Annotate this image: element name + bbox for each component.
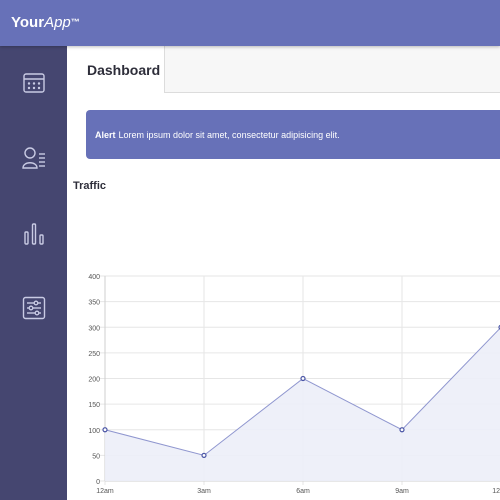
y-tick-label: 350 — [88, 300, 100, 307]
x-tick-label: 9am — [395, 488, 409, 495]
traffic-chart: 0 50 100 150 200 250 300 350 400 12am 3am 6am 9am 12p… — [88, 274, 500, 495]
x-tick-label: 6am — [296, 488, 310, 495]
y-tick-label: 150 — [88, 402, 100, 409]
x-tick-label: 12am — [96, 488, 114, 495]
data-point — [399, 427, 405, 433]
brand-trademark: ™ — [70, 17, 80, 27]
data-point — [102, 427, 108, 433]
data-point — [300, 375, 306, 382]
brand-name-bold: Your — [11, 14, 45, 31]
brand-name-italic: App — [44, 14, 71, 31]
app-logo[interactable]: YourApp™ — [11, 13, 80, 33]
x-tick-label: 12pm — [492, 488, 500, 495]
y-tick-label: 50 — [92, 453, 100, 460]
y-tick-label: 300 — [88, 325, 100, 332]
y-tick-label: 250 — [88, 351, 100, 358]
top-bar: YourApp™ — [0, 0, 500, 46]
y-tick-label: 400 — [88, 274, 100, 281]
y-tick-label: 100 — [88, 428, 100, 435]
y-tick-label: 0 — [96, 479, 100, 486]
data-point — [201, 452, 207, 458]
x-tick-label: 3am — [197, 488, 211, 495]
y-tick-label: 200 — [88, 377, 100, 384]
